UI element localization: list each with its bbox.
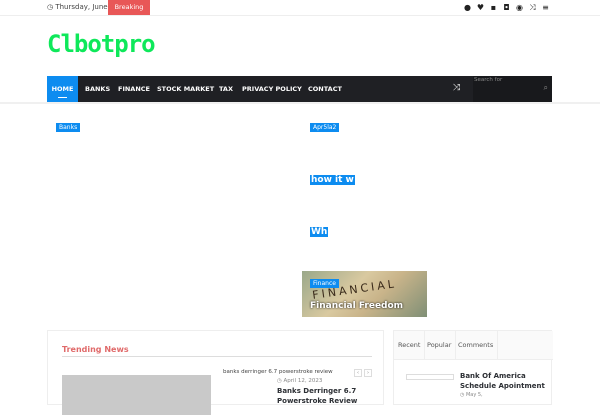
post-title[interactable]: Bank Of America Schedule Apointment — [460, 371, 545, 391]
featured-title[interactable]: Financial Freedom — [310, 301, 403, 311]
tab-recent[interactable]: Recent — [394, 331, 426, 360]
widget-tabs: Recent Popular Comments — [394, 331, 553, 360]
twitter-icon[interactable]: ♥ — [476, 3, 485, 12]
nav-tax[interactable]: TAX — [219, 76, 233, 102]
youtube-icon[interactable]: ▪ — [489, 3, 498, 12]
tab-popular[interactable]: Popular — [423, 331, 457, 360]
post-date: ◷ May 5, — [460, 392, 483, 398]
search-icon[interactable]: ⌕ — [544, 83, 548, 93]
slide-headline[interactable]: Wh — [310, 227, 329, 237]
post-thumbnail[interactable] — [62, 375, 211, 415]
post-date: ◷ April 12, 2023 — [277, 378, 323, 384]
search-input[interactable]: Search for ⌕ — [473, 76, 552, 102]
post-thumbnail[interactable] — [406, 374, 454, 380]
breaking-news-label[interactable]: Breaking News — [108, 0, 150, 26]
post-title[interactable]: Banks Derringer 6.7 Powerstroke Review — [277, 386, 367, 406]
tabs-widget: Recent Popular Comments Bank Of America … — [393, 330, 553, 405]
nav-privacy-policy[interactable]: PRIVACY POLICY — [242, 76, 302, 102]
category-tag[interactable]: Apr5la2 — [310, 123, 340, 132]
slide-headline[interactable]: how it w — [310, 175, 355, 185]
divider — [0, 102, 600, 104]
main-nav: HOME BANKS FINANCE STOCK MARKET TAX PRIV… — [47, 76, 552, 102]
nav-finance[interactable]: FINANCE — [118, 76, 150, 102]
facebook-icon[interactable]: ● — [463, 3, 472, 12]
nav-contact[interactable]: CONTACT — [308, 76, 342, 102]
nav-banks[interactable]: BANKS — [85, 76, 110, 102]
instagram-icon[interactable]: ◘ — [502, 3, 511, 12]
site-logo[interactable]: Clbotpro — [47, 30, 156, 58]
trending-news-box: Trending News banks derringer 6.7 powers… — [47, 330, 384, 415]
divider — [62, 356, 372, 357]
prev-button[interactable]: ‹ — [354, 369, 362, 377]
top-bar: ◷ Thursday, June 15 2023 Breaking News ●… — [0, 0, 600, 26]
random-article-icon[interactable]: ⤨ — [453, 83, 460, 93]
section-title: Trending News — [62, 345, 129, 354]
menu-icon[interactable]: ≡ — [541, 3, 550, 12]
random-icon[interactable]: ⤨ — [528, 3, 537, 13]
category-tag-banks[interactable]: Banks — [56, 123, 81, 132]
nav-stock-market[interactable]: STOCK MARKET — [157, 76, 214, 102]
post-link[interactable]: banks derringer 6.7 powerstroke review — [223, 369, 333, 375]
next-button[interactable]: › — [364, 369, 372, 377]
tab-comments[interactable]: Comments — [454, 331, 499, 360]
user-icon[interactable]: ◉ — [515, 3, 524, 12]
featured-image[interactable]: Finance FINANCIAL Financial Freedom — [302, 271, 427, 317]
search-placeholder: Search for — [474, 77, 503, 83]
nav-home[interactable]: HOME — [47, 76, 78, 102]
